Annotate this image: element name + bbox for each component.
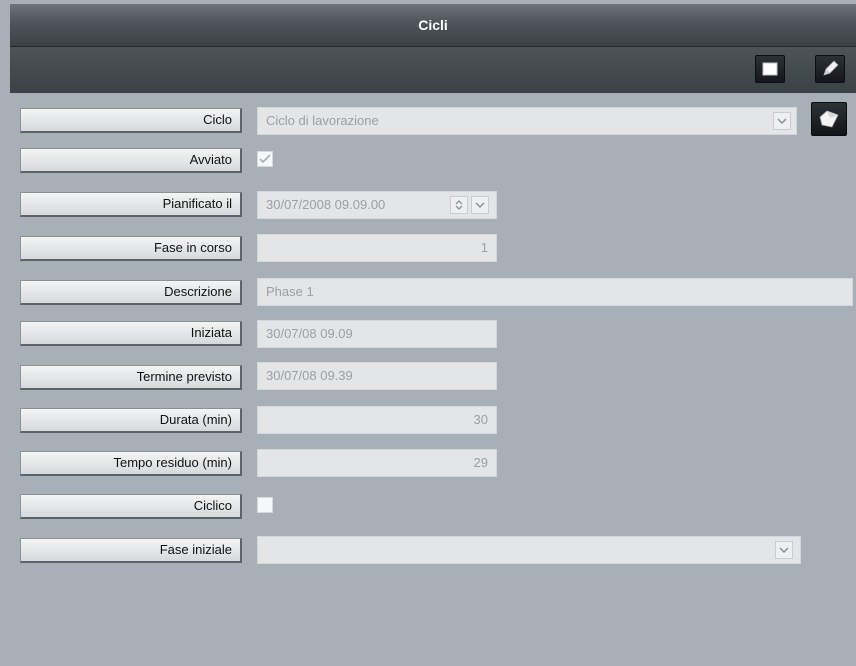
iniziata-label[interactable]: Iniziata <box>20 321 242 346</box>
termine-previsto-field[interactable]: 30/07/08 09.39 <box>257 362 497 390</box>
open-folder-icon <box>819 110 839 128</box>
ciclico-checkbox[interactable] <box>257 497 273 513</box>
toolbar <box>10 47 856 93</box>
checkmark-icon <box>259 154 271 164</box>
open-cycle-button[interactable] <box>811 102 847 136</box>
termine-previsto-label[interactable]: Termine previsto <box>20 365 242 390</box>
iniziata-field[interactable]: 30/07/08 09.09 <box>257 320 497 348</box>
stop-button[interactable] <box>755 55 785 83</box>
ciclo-select[interactable]: Ciclo di lavorazione <box>257 107 797 135</box>
pianificato-datetime[interactable]: 30/07/2008 09.09.00 <box>257 191 497 219</box>
pencil-icon <box>823 60 839 76</box>
avviato-checkbox[interactable] <box>257 151 273 167</box>
avviato-label[interactable]: Avviato <box>20 148 242 173</box>
fase-iniziale-label[interactable]: Fase iniziale <box>20 538 242 563</box>
fase-iniziale-select[interactable] <box>257 536 801 564</box>
durata-field[interactable]: 30 <box>257 406 497 434</box>
ciclico-label[interactable]: Ciclico <box>20 494 242 519</box>
square-stop-icon <box>762 62 778 76</box>
fase-in-corso-label[interactable]: Fase in corso <box>20 236 242 261</box>
tempo-residuo-label[interactable]: Tempo residuo (min) <box>20 451 242 476</box>
spinner-icon[interactable] <box>450 196 468 214</box>
ciclo-label[interactable]: Ciclo <box>20 108 242 133</box>
tempo-residuo-field[interactable]: 29 <box>257 449 497 477</box>
chevron-down-icon[interactable] <box>773 112 791 130</box>
chevron-down-icon[interactable] <box>471 196 489 214</box>
descrizione-label[interactable]: Descrizione <box>20 280 242 305</box>
ciclo-value: Ciclo di lavorazione <box>266 113 379 128</box>
pianificato-label[interactable]: Pianificato il <box>20 192 242 217</box>
chevron-down-icon[interactable] <box>775 541 793 559</box>
durata-label[interactable]: Durata (min) <box>20 408 242 433</box>
fase-in-corso-field[interactable]: 1 <box>257 234 497 262</box>
pianificato-value: 30/07/2008 09.09.00 <box>266 197 386 212</box>
descrizione-field[interactable]: Phase 1 <box>257 278 853 306</box>
window-title: Cicli <box>10 4 856 47</box>
edit-button[interactable] <box>815 55 845 83</box>
